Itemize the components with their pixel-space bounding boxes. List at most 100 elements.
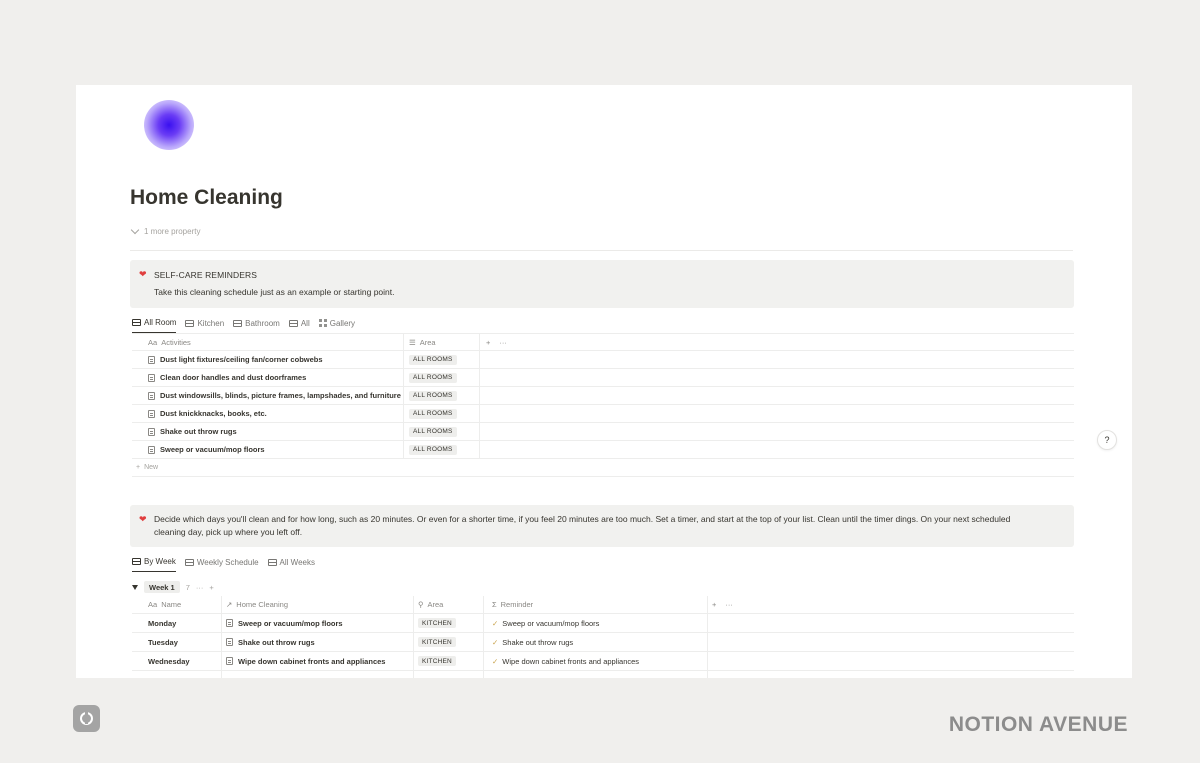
- area-cell[interactable]: ALL ROOMS: [404, 423, 480, 440]
- tab-all-weeks[interactable]: All Weeks: [267, 557, 315, 572]
- more-icon[interactable]: ···: [725, 600, 733, 609]
- tab-all-room[interactable]: All Room: [132, 318, 177, 333]
- reminder-text: Sweep or vacuum/mop floors: [502, 618, 600, 628]
- activity-cell[interactable]: Sweep or vacuum/mop floors: [132, 441, 404, 458]
- column-label: Name: [161, 600, 182, 609]
- home-cleaning-cell[interactable]: Wipe down cabinet fronts and appliances: [222, 652, 414, 670]
- notion-avenue-logo: [73, 705, 100, 732]
- list-icon: ☰: [409, 337, 416, 347]
- callout-title: SELF-CARE REMINDERS: [154, 270, 257, 280]
- table-icon: [267, 558, 277, 566]
- tab-label: Gallery: [329, 318, 356, 328]
- column-reminder[interactable]: Σ Reminder: [484, 596, 708, 613]
- name-cell[interactable]: [132, 671, 222, 678]
- tab-label: All: [300, 318, 310, 328]
- more-property-toggle[interactable]: 1 more property: [130, 225, 201, 236]
- home-cleaning-cell[interactable]: [222, 671, 414, 678]
- table-row[interactable]: Dust knickknacks, books, etc. ALL ROOMS: [132, 405, 1074, 423]
- add-column[interactable]: + ···: [712, 596, 752, 613]
- tab-gallery[interactable]: Gallery: [318, 318, 356, 333]
- tab-label: All Room: [144, 318, 177, 327]
- tab-bathroom[interactable]: Bathroom: [233, 318, 280, 333]
- more-icon[interactable]: ···: [196, 583, 204, 592]
- help-button[interactable]: ?: [1097, 430, 1117, 450]
- table-row[interactable]: Sweep or vacuum/mop floors ALL ROOMS: [132, 441, 1074, 459]
- task-link[interactable]: Wipe down cabinet fronts and appliances: [238, 657, 385, 666]
- page-title[interactable]: Home Cleaning: [130, 186, 283, 210]
- callout-line: cleaning day, pick up where you left off…: [154, 527, 303, 537]
- area-cell[interactable]: ALL ROOMS: [404, 405, 480, 422]
- table-row[interactable]: Dust windowsills, blinds, picture frames…: [132, 387, 1074, 405]
- area-cell[interactable]: KITCHEN: [414, 652, 484, 670]
- area-cell[interactable]: ALL ROOMS: [404, 441, 480, 458]
- reminder-text: Shake out throw rugs: [502, 637, 574, 647]
- area-cell[interactable]: KITCHEN: [414, 614, 484, 632]
- name-cell[interactable]: Tuesday: [132, 633, 222, 651]
- table-icon: [184, 558, 194, 566]
- reminder-text: Wipe down cabinet fronts and appliances: [502, 656, 640, 666]
- broom-icon: ✓: [492, 618, 499, 628]
- table-icon: [288, 319, 298, 327]
- activity-cell[interactable]: Dust knickknacks, books, etc.: [132, 405, 404, 422]
- plus-icon[interactable]: +: [486, 338, 490, 347]
- page-icon: [226, 657, 233, 665]
- area-tag: ALL ROOMS: [409, 390, 457, 401]
- table-row[interactable]: Clean door handles and dust doorframes AL…: [132, 369, 1074, 387]
- column-activities[interactable]: Aa Activities: [132, 334, 404, 350]
- home-cleaning-cell[interactable]: Sweep or vacuum/mop floors: [222, 614, 414, 632]
- triangle-down-icon[interactable]: [132, 584, 138, 590]
- area-cell[interactable]: ALL ROOMS: [404, 351, 480, 368]
- page-gradient-icon[interactable]: [144, 100, 194, 150]
- table-icon: [233, 319, 243, 327]
- name-cell[interactable]: Monday: [132, 614, 222, 632]
- area-cell[interactable]: KITCHEN: [414, 633, 484, 651]
- task-link[interactable]: Shake out throw rugs: [238, 638, 315, 647]
- day-label: Tuesday: [148, 637, 178, 647]
- area-cell[interactable]: ALL ROOMS: [404, 369, 480, 386]
- activity-cell[interactable]: Shake out throw rugs: [132, 423, 404, 440]
- column-label: Area: [419, 337, 436, 347]
- home-cleaning-cell[interactable]: Shake out throw rugs: [222, 633, 414, 651]
- table-row[interactable]: Shake out throw rugs ALL ROOMS: [132, 423, 1074, 441]
- column-name[interactable]: Aa Name: [132, 596, 222, 613]
- area-tag: ALL ROOMS: [409, 372, 457, 383]
- new-row-button[interactable]: + New: [132, 459, 1074, 477]
- sigma-icon: Σ: [492, 600, 497, 609]
- tab-all[interactable]: All: [288, 318, 310, 333]
- reminder-cell[interactable]: ✓ Shake out throw rugs: [484, 633, 708, 651]
- area-cell[interactable]: ALL ROOMS: [404, 387, 480, 404]
- group-label: Week 1: [144, 581, 180, 593]
- name-cell[interactable]: Wednesday: [132, 652, 222, 670]
- activity-cell[interactable]: Clean door handles and dust doorframes: [132, 369, 404, 386]
- activity-label: Shake out throw rugs: [160, 427, 237, 436]
- tab-label: Bathroom: [245, 318, 280, 328]
- reminder-cell[interactable]: [484, 671, 708, 678]
- column-area[interactable]: ⚲ Area: [414, 596, 484, 613]
- activity-label: Sweep or vacuum/mop floors: [160, 445, 265, 454]
- reminder-cell[interactable]: ✓ Sweep or vacuum/mop floors: [484, 614, 708, 632]
- area-cell[interactable]: [414, 671, 484, 678]
- table-row[interactable]: Tuesday Shake out throw rugs KITCHEN ✓ Shake…: [132, 633, 1074, 652]
- table-row[interactable]: Monday Sweep or vacuum/mop floors KITCHEN ✓…: [132, 614, 1074, 633]
- column-home-cleaning[interactable]: ↗ Home Cleaning: [222, 596, 414, 613]
- view-tabs-2: By Week Weekly Schedule All Weeks: [132, 557, 315, 572]
- group-week-1[interactable]: Week 1 7 ··· +: [132, 581, 214, 593]
- tab-kitchen[interactable]: Kitchen: [185, 318, 224, 333]
- activity-cell[interactable]: Dust light fixtures/ceiling fan/corner c…: [132, 351, 404, 368]
- plus-icon[interactable]: +: [712, 600, 716, 609]
- more-property-label: 1 more property: [144, 227, 201, 236]
- plus-icon[interactable]: +: [209, 583, 213, 592]
- reminder-cell[interactable]: ✓ Wipe down cabinet fronts and appliances: [484, 652, 708, 670]
- activity-cell[interactable]: Dust windowsills, blinds, picture frames…: [132, 387, 404, 404]
- add-column[interactable]: + ···: [486, 334, 526, 350]
- table-row-partial[interactable]: [132, 671, 1074, 678]
- tab-weekly-schedule[interactable]: Weekly Schedule: [184, 557, 259, 572]
- task-link[interactable]: Sweep or vacuum/mop floors: [238, 619, 343, 628]
- tab-by-week[interactable]: By Week: [132, 557, 176, 572]
- table-row[interactable]: Wednesday Wipe down cabinet fronts and ap…: [132, 652, 1074, 671]
- column-area[interactable]: ☰ Area: [404, 334, 480, 350]
- more-icon[interactable]: ···: [499, 338, 507, 347]
- table-row[interactable]: Dust light fixtures/ceiling fan/corner c…: [132, 351, 1074, 369]
- area-tag: KITCHEN: [418, 618, 456, 628]
- page-icon: [148, 445, 155, 454]
